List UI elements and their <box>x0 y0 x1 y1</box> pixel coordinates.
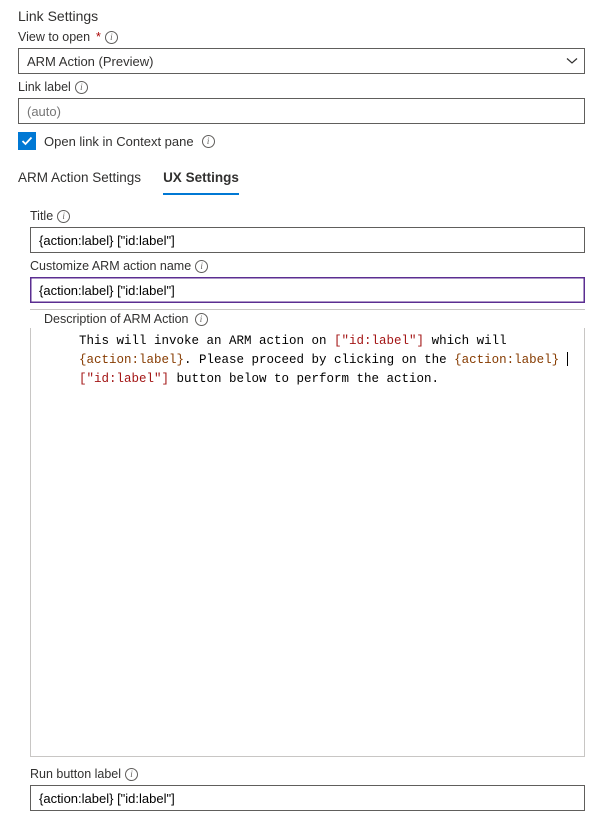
required-asterisk: * <box>96 30 101 44</box>
chevron-down-icon <box>566 55 578 67</box>
view-to-open-select[interactable]: ARM Action (Preview) <box>18 48 585 74</box>
info-icon[interactable]: i <box>202 135 215 148</box>
desc-text: . Please proceed by clicking on the <box>184 353 454 367</box>
info-icon[interactable]: i <box>195 313 208 326</box>
run-button-label-input[interactable] <box>30 785 585 811</box>
check-icon <box>21 135 33 147</box>
open-context-pane-label: Open link in Context pane <box>44 134 194 149</box>
info-icon[interactable]: i <box>195 260 208 273</box>
info-icon[interactable]: i <box>57 210 70 223</box>
link-label-input[interactable] <box>18 98 585 124</box>
ux-title-label: Title <box>30 209 53 223</box>
customize-name-input[interactable] <box>30 277 585 303</box>
desc-text: which will <box>424 334 507 348</box>
open-context-pane-checkbox[interactable] <box>18 132 36 150</box>
desc-text: button below to perform the action. <box>169 372 439 386</box>
ux-title-input[interactable] <box>30 227 585 253</box>
tab-ux-settings[interactable]: UX Settings <box>163 164 239 195</box>
info-icon[interactable]: i <box>125 768 138 781</box>
info-icon[interactable]: i <box>75 81 88 94</box>
description-label: Description of ARM Action <box>44 312 189 326</box>
text-cursor <box>567 352 568 366</box>
page-title: Link Settings <box>18 8 585 24</box>
run-button-label-label: Run button label <box>30 767 121 781</box>
desc-idlabel: ["id:label"] <box>79 372 169 386</box>
description-editor[interactable]: This will invoke an ARM action on ["id:l… <box>31 328 584 756</box>
info-icon[interactable]: i <box>105 31 118 44</box>
desc-idlabel: ["id:label"] <box>334 334 424 348</box>
customize-name-label: Customize ARM action name <box>30 259 191 273</box>
desc-text: This will invoke an ARM action on <box>79 334 334 348</box>
view-to-open-label: View to open <box>18 30 90 44</box>
view-to-open-value: ARM Action (Preview) <box>27 54 153 69</box>
desc-actionlabel: {action:label} <box>454 353 559 367</box>
tab-arm-action-settings[interactable]: ARM Action Settings <box>18 164 141 195</box>
desc-actionlabel: {action:label} <box>79 353 184 367</box>
link-label-label: Link label <box>18 80 71 94</box>
